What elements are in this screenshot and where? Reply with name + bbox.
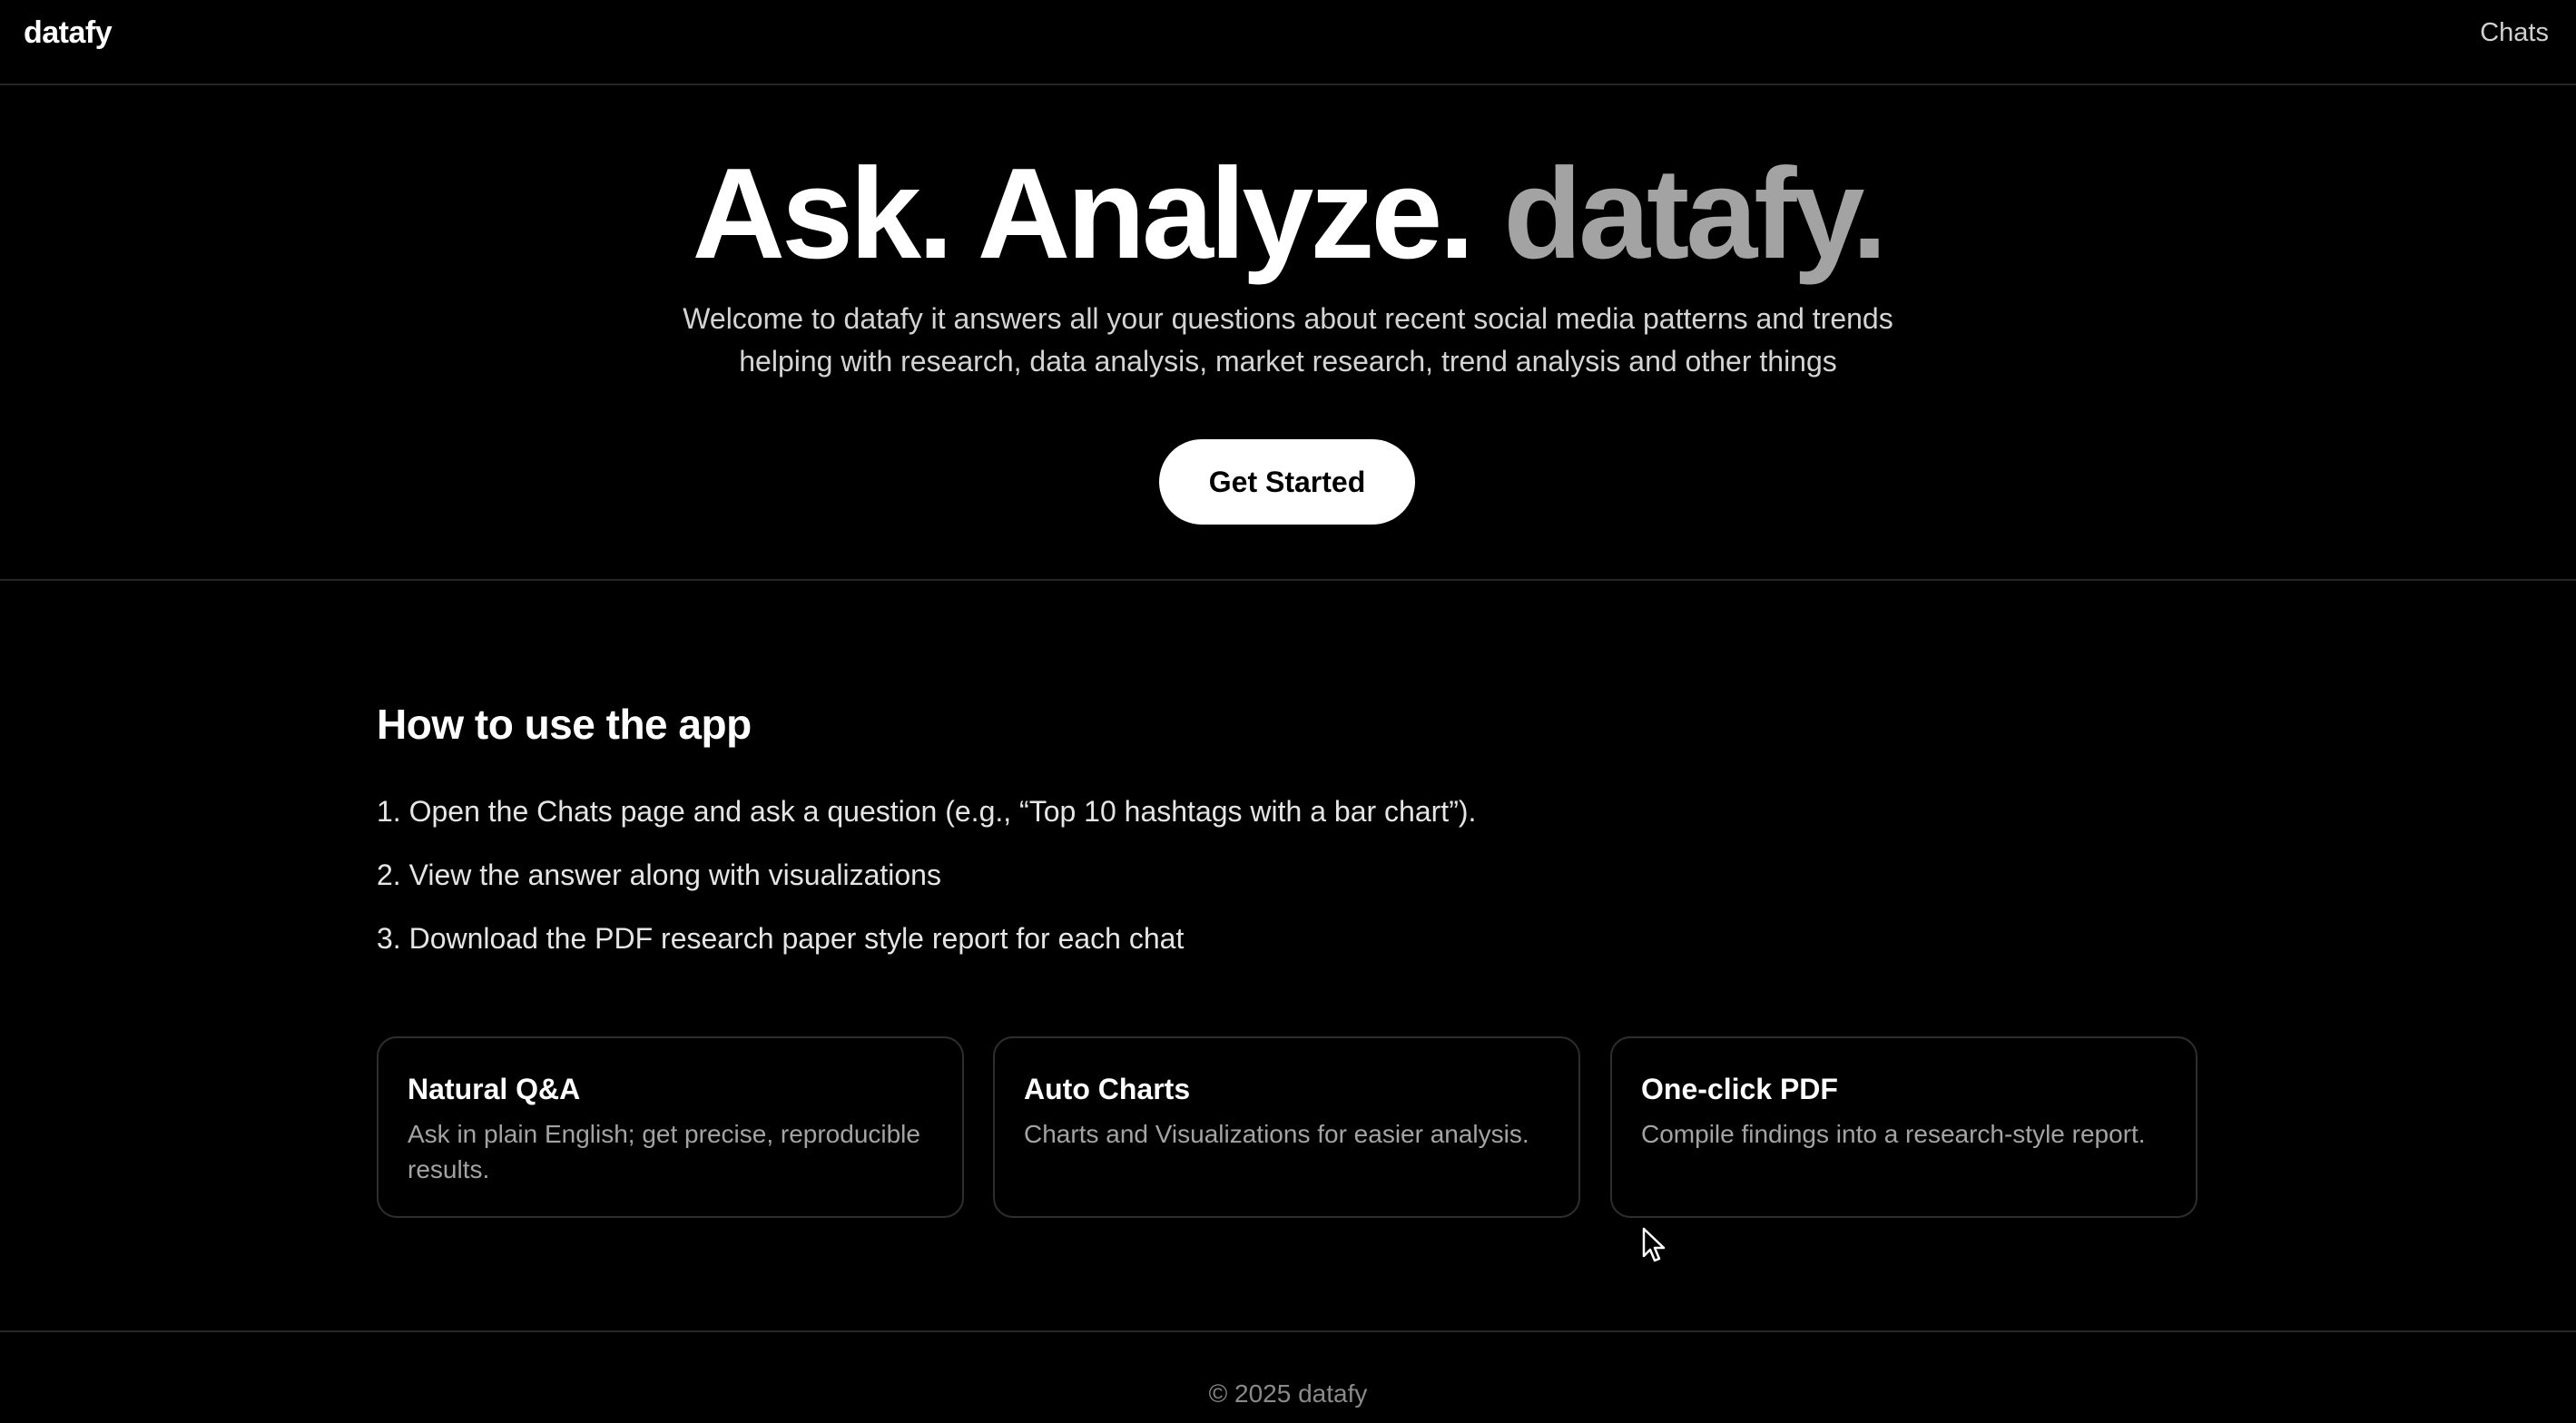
feature-card-description: Charts and Visualizations for easier ana… bbox=[1024, 1120, 1529, 1148]
top-navigation-bar: datafy Chats bbox=[0, 0, 2576, 85]
copyright-text: © 2025 datafy bbox=[1208, 1379, 1368, 1408]
how-to-title: How to use the app bbox=[377, 701, 752, 748]
feature-card-title: One-click PDF bbox=[1641, 1073, 1838, 1105]
hero-title: Ask. Analyze. datafy. bbox=[0, 142, 2576, 287]
step-item: 2. View the answer along with visualizat… bbox=[377, 859, 941, 891]
mouse-pointer-icon bbox=[1642, 1227, 1666, 1262]
step-item: 3. Download the PDF research paper style… bbox=[377, 922, 1185, 955]
steps-list: 1. Open the Chats page and ask a questio… bbox=[377, 793, 1476, 984]
feature-cards: Natural Q&A Ask in plain English; get pr… bbox=[377, 1036, 2197, 1218]
feature-card-auto-charts: Auto Charts Charts and Visualizations fo… bbox=[993, 1036, 1580, 1218]
hero-subtitle: Welcome to datafy it answers all your qu… bbox=[683, 302, 1893, 378]
feature-card-title: Natural Q&A bbox=[408, 1073, 581, 1105]
feature-card-title: Auto Charts bbox=[1024, 1073, 1191, 1105]
landing-page: datafy Chats Ask. Analyze. datafy. Welco… bbox=[0, 0, 2576, 1423]
brand-logo[interactable]: datafy bbox=[24, 13, 113, 53]
feature-card-natural-qa: Natural Q&A Ask in plain English; get pr… bbox=[377, 1036, 964, 1218]
step-item: 1. Open the Chats page and ask a questio… bbox=[377, 795, 1477, 828]
page-footer: © 2025 datafy bbox=[0, 1330, 2576, 1423]
hero-title-part2: datafy. bbox=[1503, 142, 1887, 286]
feature-card-description: Ask in plain English; get precise, repro… bbox=[408, 1120, 920, 1183]
hero-section: Ask. Analyze. datafy. Welcome to datafy … bbox=[0, 87, 2576, 581]
feature-card-one-click-pdf: One-click PDF Compile findings into a re… bbox=[1610, 1036, 2197, 1218]
hero-title-part1: Ask. Analyze. bbox=[692, 142, 1475, 286]
get-started-button[interactable]: Get Started bbox=[1159, 439, 1415, 525]
how-to-section: How to use the app 1. Open the Chats pag… bbox=[0, 583, 2576, 1330]
feature-card-description: Compile findings into a research-style r… bbox=[1641, 1120, 2146, 1148]
nav-link-chats[interactable]: Chats bbox=[2480, 15, 2549, 51]
